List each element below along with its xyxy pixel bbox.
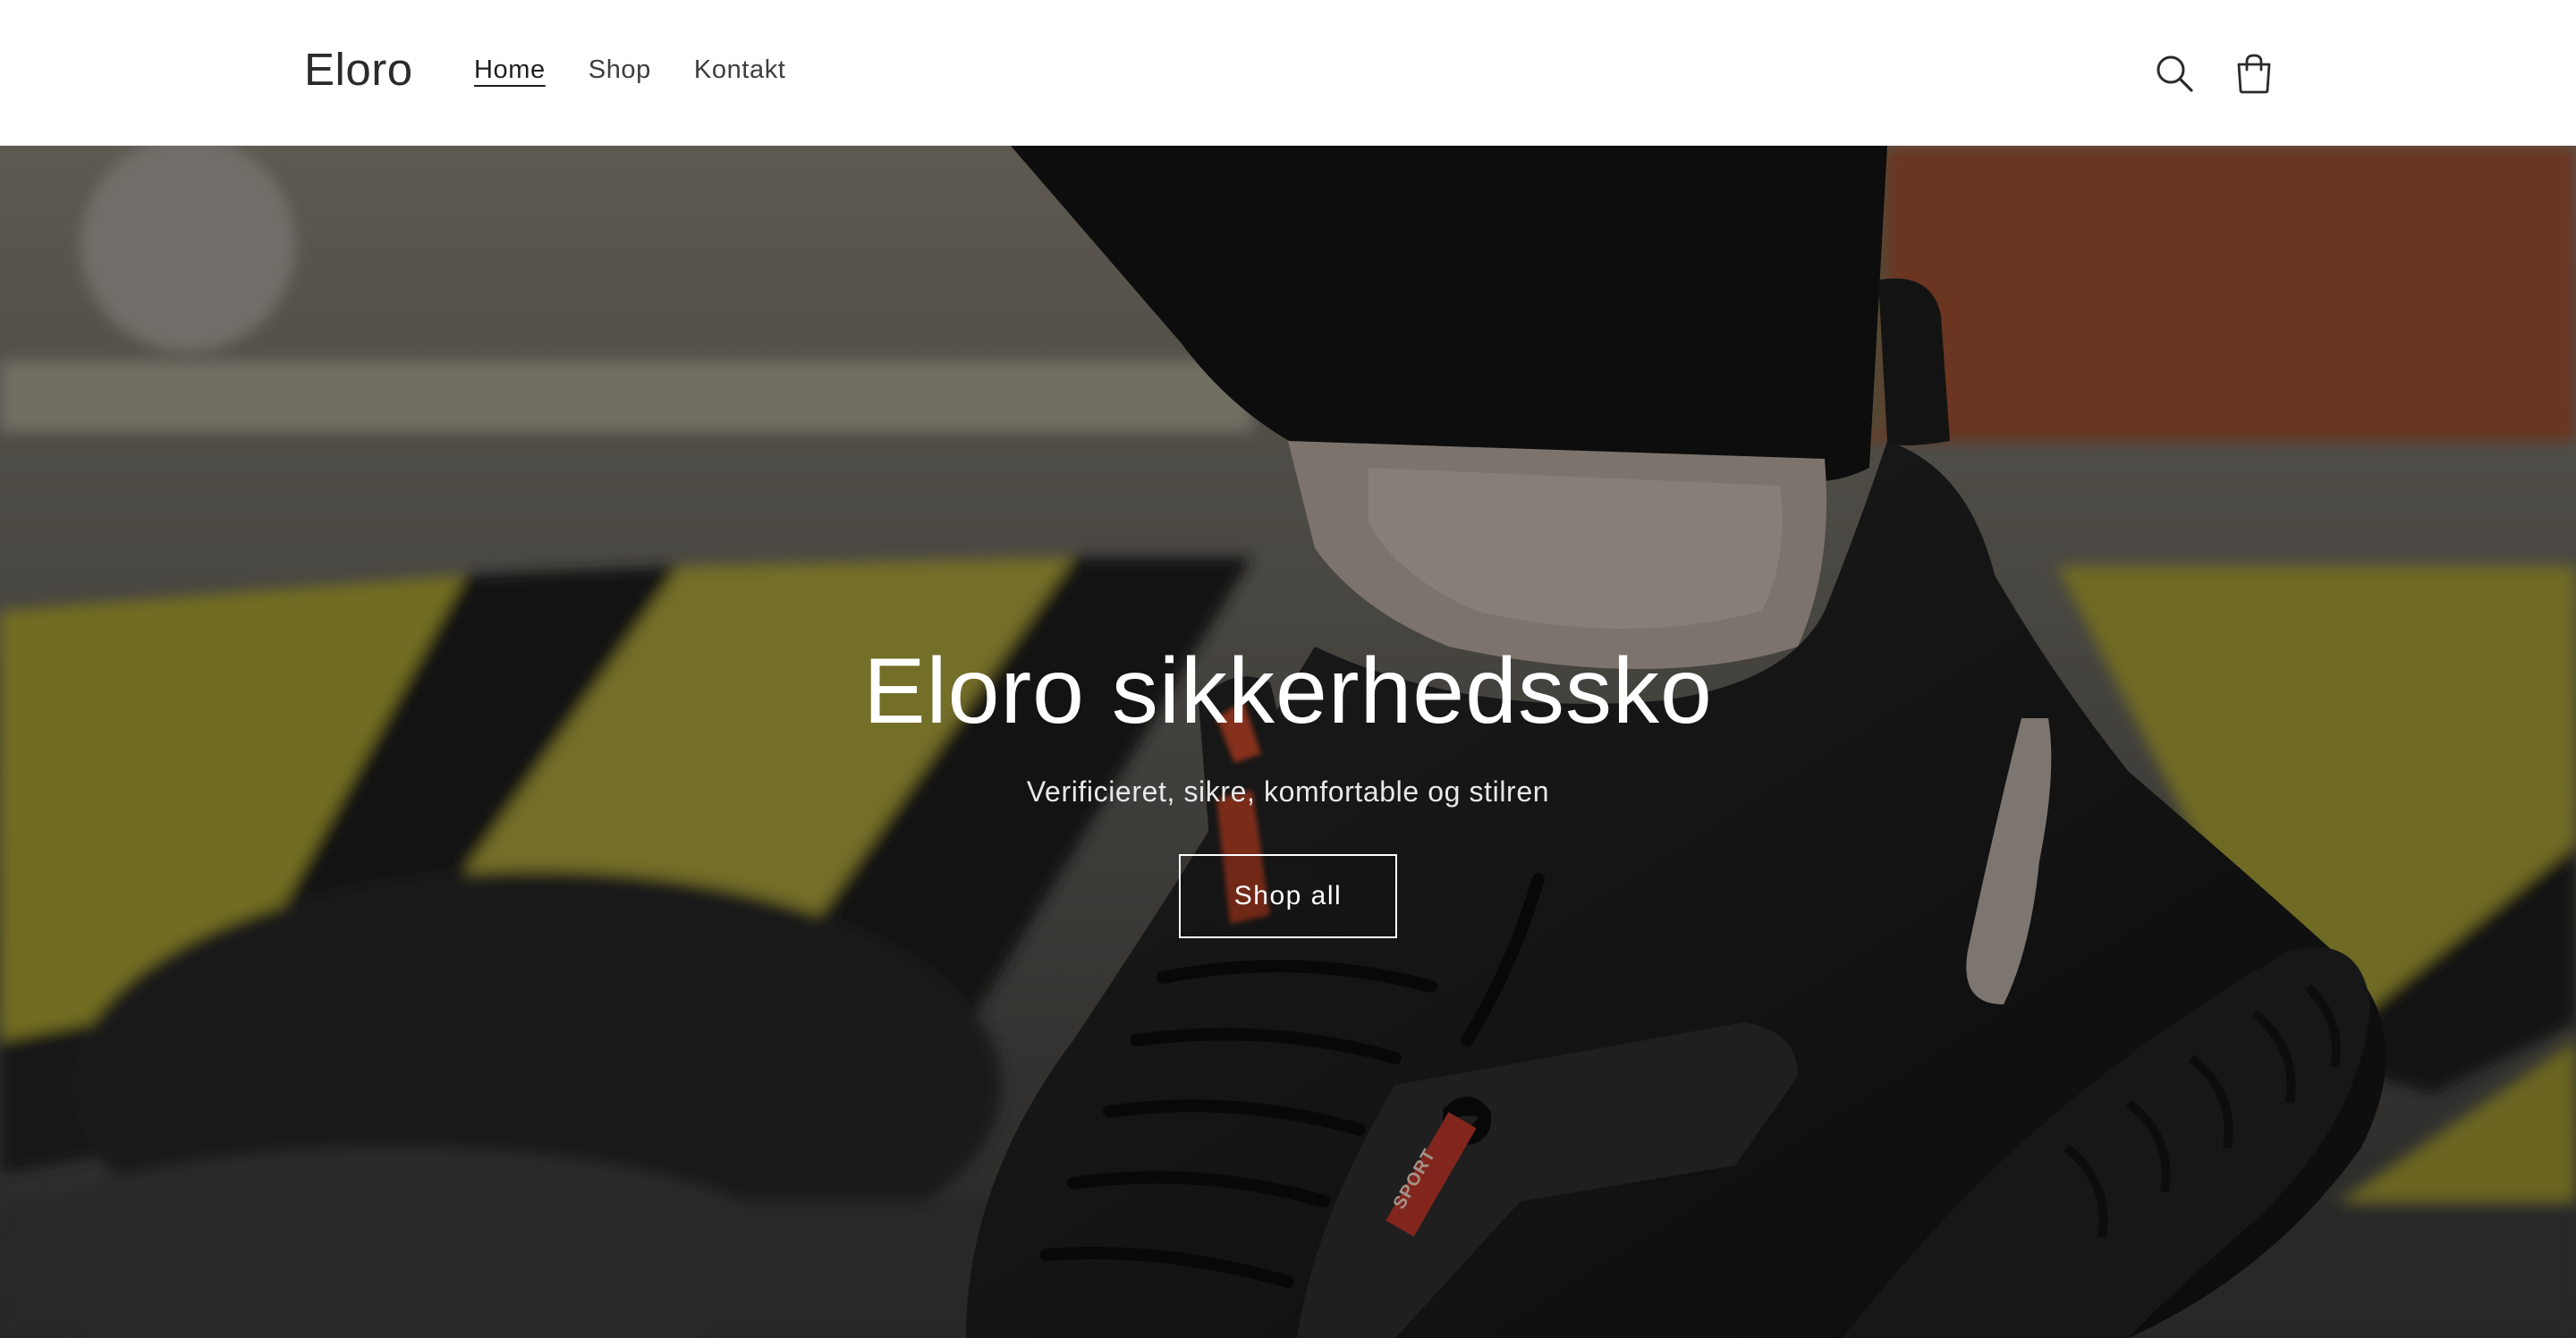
- cart-icon: [2237, 54, 2271, 94]
- nav-item-kontakt[interactable]: Kontakt: [694, 50, 786, 89]
- main-nav: Home Shop Kontakt: [474, 50, 828, 89]
- hero-banner: SPORT Eloro sikkerhedssko Verificieret, …: [0, 146, 2576, 1338]
- cart-button[interactable]: [2222, 41, 2286, 106]
- search-icon: [2157, 55, 2193, 92]
- hero-content: Eloro sikkerhedssko Verificieret, sikre,…: [0, 636, 2576, 938]
- site-logo[interactable]: Eloro: [304, 39, 413, 100]
- search-button[interactable]: [2142, 41, 2207, 106]
- nav-item-home[interactable]: Home: [474, 50, 546, 89]
- hero-subtitle: Verificieret, sikre, komfortable og stil…: [1026, 775, 1550, 808]
- hero-title: Eloro sikkerhedssko: [863, 639, 1713, 743]
- shop-all-button[interactable]: Shop all: [1179, 854, 1397, 938]
- nav-item-shop[interactable]: Shop: [589, 50, 651, 89]
- site-header: Eloro Home Shop Kontakt: [0, 0, 2576, 146]
